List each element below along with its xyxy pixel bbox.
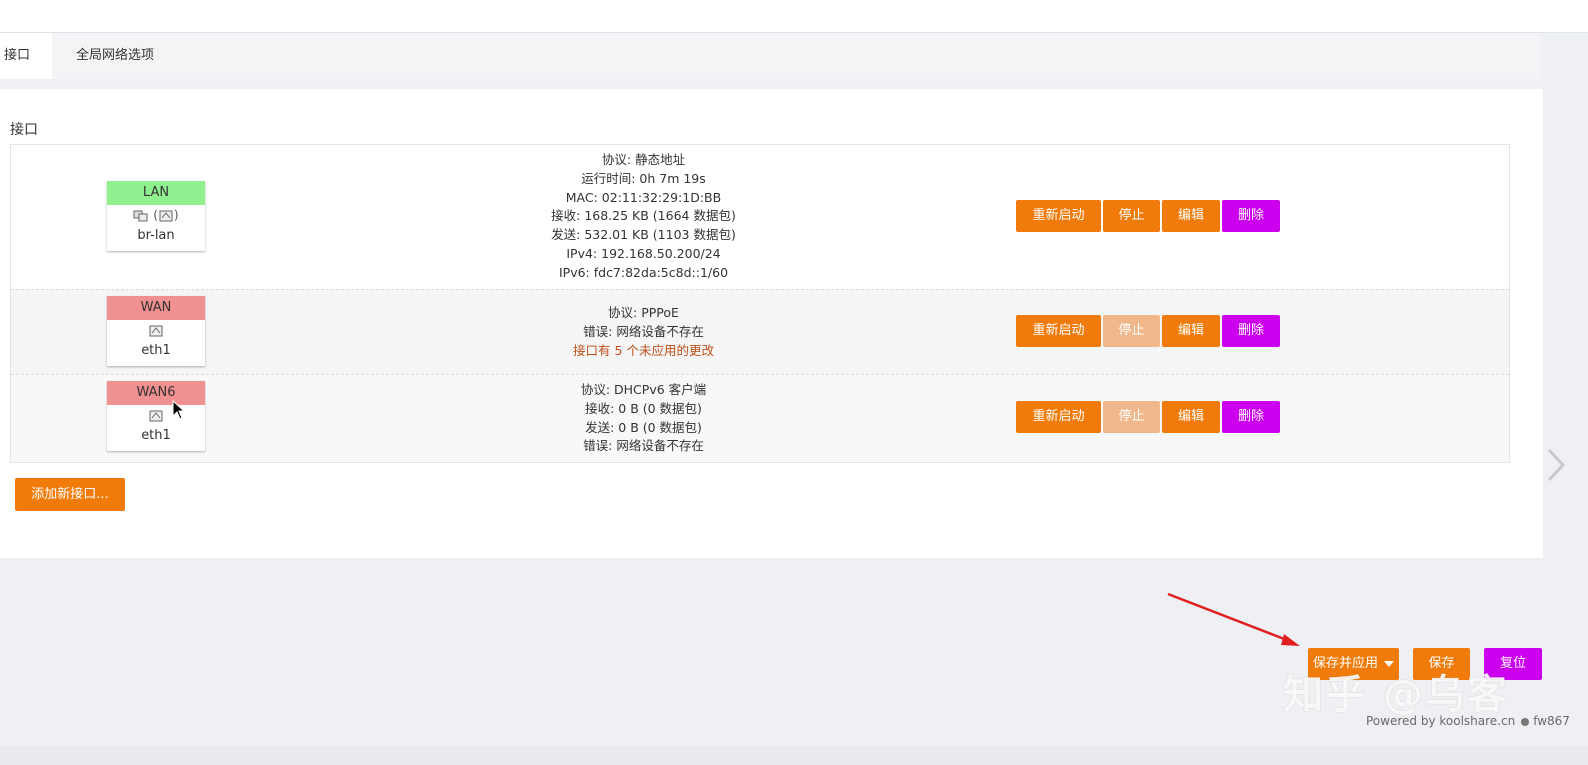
delete-button[interactable]: 删除 bbox=[1222, 200, 1280, 232]
ethernet-port-icon: () bbox=[153, 208, 179, 222]
status-rx: 接收: 0 B (0 数据包) bbox=[585, 400, 702, 416]
edit-button[interactable]: 编辑 bbox=[1162, 200, 1220, 232]
chevron-right-icon[interactable] bbox=[1544, 446, 1568, 484]
tab-bar: 接口 全局网络选项 bbox=[0, 33, 1541, 79]
interface-name: WAN bbox=[107, 296, 205, 320]
status-tx: 发送: 0 B (0 数据包) bbox=[585, 419, 702, 435]
interface-status: 协议: 静态地址 运行时间: 0h 7m 19s MAC: 02:11:32:2… bbox=[311, 151, 976, 283]
interface-device: eth1 bbox=[141, 343, 171, 358]
ethernet-port-icon bbox=[149, 325, 163, 336]
interface-status: 协议: DHCPv6 客户端 接收: 0 B (0 数据包) 发送: 0 B (… bbox=[311, 381, 976, 456]
status-error: 错误: 网络设备不存在 bbox=[583, 323, 704, 339]
interface-row-lan: LAN () br-lan 协议: 静态地址 运行时间: 0h 7m 19s M… bbox=[11, 145, 1509, 289]
interface-name: WAN6 bbox=[107, 381, 205, 405]
stop-button: 停止 bbox=[1103, 315, 1160, 347]
interfaces-panel: 接口 LAN () br-lan 协议: 静态地址 运行时间: 0h 7m 19… bbox=[0, 89, 1543, 558]
add-interface-button[interactable]: 添加新接口... bbox=[15, 478, 125, 511]
powered-by-user: fw867 bbox=[1533, 714, 1570, 728]
tab-global-network-options[interactable]: 全局网络选项 bbox=[76, 33, 154, 79]
status-tx: 发送: 532.01 KB (1103 数据包) bbox=[551, 227, 736, 243]
powered-by: Powered by koolshare.cn fw867 bbox=[1366, 714, 1570, 728]
status-mac: MAC: 02:11:32:29:1D:BB bbox=[565, 189, 722, 205]
restart-button[interactable]: 重新启动 bbox=[1016, 200, 1101, 232]
edit-button[interactable]: 编辑 bbox=[1162, 401, 1220, 433]
interface-badge-wan: WAN eth1 bbox=[107, 296, 205, 366]
dot-icon bbox=[1521, 717, 1530, 726]
section-title: 接口 bbox=[10, 122, 38, 138]
status-protocol: 协议: DHCPv6 客户端 bbox=[580, 382, 707, 397]
ethernet-port-icon bbox=[149, 410, 163, 421]
interface-row-wan: WAN eth1 协议: PPPoE 错误: 网络设备不存在 接口有 5 个未应… bbox=[11, 289, 1509, 374]
delete-button[interactable]: 删除 bbox=[1222, 401, 1280, 433]
interface-device: br-lan bbox=[137, 228, 175, 243]
network-device-icons bbox=[107, 405, 205, 425]
status-protocol: 协议: 静态地址 bbox=[601, 152, 686, 167]
mouse-cursor-icon bbox=[172, 400, 186, 420]
watermark: 知乎 @乌客 bbox=[1283, 672, 1509, 718]
status-ipv4: IPv4: 192.168.50.200/24 bbox=[566, 245, 721, 261]
tab-interfaces[interactable]: 接口 bbox=[0, 33, 52, 79]
stop-button[interactable]: 停止 bbox=[1103, 200, 1160, 232]
status-protocol: 协议: PPPoE bbox=[608, 305, 679, 320]
interface-badge-wan6: WAN6 eth1 bbox=[107, 381, 205, 451]
annotation-arrow-icon bbox=[1167, 592, 1300, 646]
interface-device: eth1 bbox=[141, 428, 171, 443]
status-pending-changes[interactable]: 接口有 5 个未应用的更改 bbox=[311, 342, 976, 361]
stop-button: 停止 bbox=[1103, 401, 1160, 433]
network-device-icons: () bbox=[107, 205, 205, 225]
interface-row-wan6: WAN6 eth1 协议: DHCPv6 客户端 接收: 0 B (0 数据包)… bbox=[11, 374, 1509, 462]
top-bar bbox=[0, 0, 1588, 33]
status-error: 错误: 网络设备不存在 bbox=[583, 438, 704, 454]
interfaces-table: LAN () br-lan 协议: 静态地址 运行时间: 0h 7m 19s M… bbox=[10, 144, 1510, 463]
delete-button[interactable]: 删除 bbox=[1222, 315, 1280, 347]
network-device-icons bbox=[107, 320, 205, 340]
restart-button[interactable]: 重新启动 bbox=[1016, 315, 1101, 347]
interface-name: LAN bbox=[107, 181, 205, 205]
bottom-strip bbox=[0, 746, 1588, 765]
status-uptime: 运行时间: 0h 7m 19s bbox=[581, 170, 706, 186]
interface-badge-lan: LAN () br-lan bbox=[107, 181, 205, 251]
status-ipv6: IPv6: fdc7:82da:5c8d::1/60 bbox=[558, 264, 729, 280]
interface-status: 协议: PPPoE 错误: 网络设备不存在 接口有 5 个未应用的更改 bbox=[311, 304, 976, 360]
bridge-icon bbox=[133, 210, 148, 221]
edit-button[interactable]: 编辑 bbox=[1162, 315, 1220, 347]
powered-by-text: Powered by koolshare.cn bbox=[1366, 714, 1516, 728]
restart-button[interactable]: 重新启动 bbox=[1016, 401, 1101, 433]
status-rx: 接收: 168.25 KB (1664 数据包) bbox=[551, 208, 736, 224]
